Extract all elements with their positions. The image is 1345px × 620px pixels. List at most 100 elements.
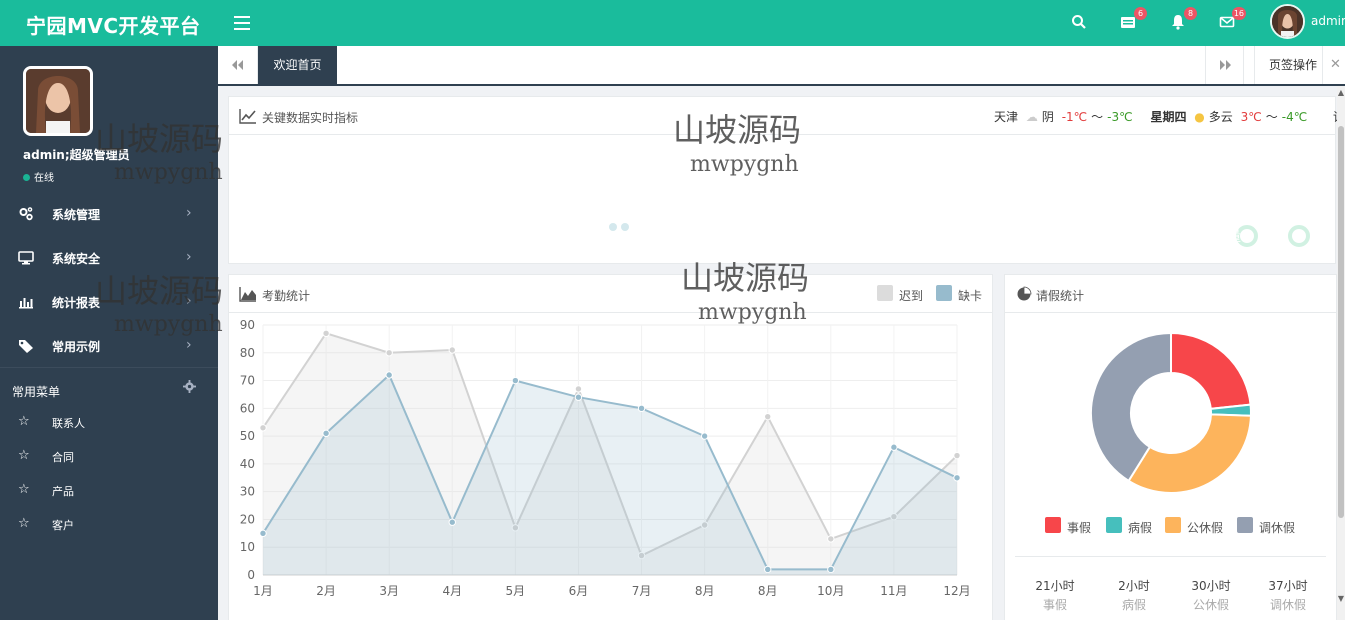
stat-card-public-sign[interactable]: 6 对公待签收任务: [892, 156, 1084, 261]
weather-forecast-high: 3℃: [1240, 110, 1262, 124]
x-tick-label: 2月: [316, 584, 336, 598]
stat-value: 6: [912, 178, 933, 216]
legend-label-late: 迟到: [899, 289, 924, 303]
mail-icon[interactable]: 16: [1219, 7, 1246, 32]
stat-card-private-pending[interactable]: 8 对私待处理任务: [240, 156, 432, 261]
attendance-panel-title: 考勤统计: [262, 289, 311, 303]
tab-bar: 欢迎首页 页签操作 ▼ ✕: [218, 46, 1345, 109]
stat-card-public-pending[interactable]: 2 对公待处理任务: [674, 156, 866, 261]
y-tick-label: 30: [240, 485, 255, 499]
weather-temp-high: -1℃: [1061, 110, 1088, 124]
data-point[interactable]: [637, 404, 646, 413]
data-point[interactable]: [764, 412, 772, 421]
page-scrollbar[interactable]: ▲ ▼: [1337, 86, 1345, 620]
double-left-icon: [232, 60, 243, 70]
weather-condition: 阴: [1041, 110, 1054, 124]
legend-label: 调休假: [1259, 521, 1296, 535]
stat-card-private-sign[interactable]: 12 对私待签收任务: [457, 156, 649, 261]
scroll-up-icon[interactable]: ▲: [1337, 88, 1345, 97]
common-item-contacts[interactable]: ☆ 联系人: [0, 405, 218, 439]
sidebar-item-label: 系统管理: [52, 208, 101, 222]
cart-icon: [784, 179, 862, 245]
common-item-label: 合同: [52, 451, 74, 464]
data-point[interactable]: [953, 474, 961, 482]
search-icon[interactable]: [1071, 14, 1089, 32]
pie-chart-icon: [1017, 286, 1032, 301]
data-point[interactable]: [574, 393, 583, 401]
data-point[interactable]: [322, 429, 330, 438]
stat-value: 12: [477, 178, 518, 216]
menu-toggle-icon[interactable]: [234, 12, 250, 32]
data-point[interactable]: [259, 424, 267, 432]
stat-label: 对私待签收任务: [477, 229, 575, 245]
tab-scroll-left-button[interactable]: [218, 46, 258, 84]
sidebar-item-reports[interactable]: 统计报表 ›: [0, 280, 218, 324]
bell-icon[interactable]: 8: [1170, 7, 1197, 32]
data-point[interactable]: [385, 371, 393, 379]
common-item-product[interactable]: ☆ 产品: [0, 473, 218, 507]
sidebar-item-label: 常用示例: [52, 340, 101, 354]
x-tick-label: 3月: [379, 584, 399, 598]
tab-home[interactable]: 欢迎首页: [258, 46, 337, 84]
leave-stat-personal: 21小时 事假: [1035, 579, 1075, 612]
weather-temp-separator: ～: [1265, 110, 1278, 124]
weather-weekday: 星期四: [1150, 110, 1187, 124]
profile-avatar[interactable]: [23, 66, 93, 136]
sidebar-item-system-security[interactable]: 系统安全 ›: [0, 236, 218, 280]
sidebar: admin;超级管理员 在线 系统管理 › 系统安全 › 统计报表 › 常用示例…: [0, 46, 218, 620]
mail-badge: 16: [1231, 7, 1246, 20]
tab-scroll-right-button[interactable]: [1205, 46, 1244, 84]
weather-city: 天津: [994, 110, 1019, 124]
data-point[interactable]: [448, 518, 456, 526]
data-point[interactable]: [827, 535, 835, 543]
data-point[interactable]: [259, 529, 267, 538]
donut-slice[interactable]: [1170, 331, 1252, 410]
data-point[interactable]: [385, 349, 393, 357]
tab-operations-dropdown[interactable]: 页签操作 ▼: [1254, 46, 1322, 109]
gear-icon[interactable]: [183, 380, 196, 393]
stat-card-monthly-orders[interactable]: 268 本月交易订单数量: [1109, 156, 1326, 261]
tasks-icon[interactable]: 6: [1120, 7, 1147, 32]
sidebar-item-examples[interactable]: 常用示例 ›: [0, 324, 218, 368]
data-point[interactable]: [764, 565, 772, 574]
profile-status: 在线: [23, 169, 54, 184]
user-avatar[interactable]: [1270, 4, 1305, 39]
user-name[interactable]: admin: [1311, 14, 1345, 28]
donut-slice[interactable]: [1127, 413, 1252, 494]
top-navbar: 宁园MVC开发平台 6 8 16 admin: [0, 0, 1345, 46]
data-point[interactable]: [953, 451, 961, 460]
scroll-down-icon[interactable]: ▼: [1337, 594, 1345, 603]
scrollbar-thumb[interactable]: [1338, 126, 1344, 518]
x-tick-label: 7月: [632, 584, 652, 598]
sidebar-item-system-management[interactable]: 系统管理 ›: [0, 192, 218, 236]
y-tick-label: 90: [240, 318, 255, 332]
common-item-customer[interactable]: ☆ 客户: [0, 507, 218, 541]
data-point[interactable]: [511, 376, 520, 385]
stat-label: 本月交易订单数量: [1129, 229, 1241, 245]
legend-swatch-sick: [1106, 517, 1122, 533]
tasks-badge: 6: [1134, 7, 1147, 20]
leave-panel-title: 请假统计: [1036, 289, 1085, 303]
y-tick-label: 60: [240, 401, 255, 415]
attendance-line-chart: 0 10 20 30 40 50 60 70 80 90 1月 2月 3月 4月 5月 6月 7月 8月 8月 10月…: [240, 318, 971, 598]
chevron-right-icon: ›: [186, 293, 192, 309]
star-icon: ☆: [18, 516, 30, 531]
data-point[interactable]: [322, 329, 330, 338]
kpi-panel-title: 关键数据实时指标: [262, 111, 359, 125]
weather-forecast-condition: 多云: [1208, 110, 1233, 124]
legend-swatch-missing: [936, 285, 952, 301]
data-point[interactable]: [700, 432, 709, 440]
y-tick-label: 40: [240, 457, 255, 471]
leave-stat-compensatory: 37小时 调休假: [1268, 579, 1308, 612]
close-tabs-icon[interactable]: ✕: [1322, 46, 1345, 84]
data-point[interactable]: [827, 565, 835, 574]
leave-donut-chart: [1090, 331, 1252, 494]
attendance-panel: 考勤统计 迟到 缺卡 0 10 20 30 40 50 60 70 80 90 1月 2月 3月 4月 5月…: [228, 274, 993, 620]
common-item-contract[interactable]: ☆ 合同: [0, 439, 218, 473]
chevron-right-icon: ›: [186, 337, 192, 353]
legend-swatch-annual: [1165, 517, 1181, 533]
data-point[interactable]: [890, 443, 898, 451]
data-point[interactable]: [574, 385, 583, 393]
leave-panel-header: 请假统计: [1005, 275, 1336, 313]
data-point[interactable]: [448, 346, 456, 354]
